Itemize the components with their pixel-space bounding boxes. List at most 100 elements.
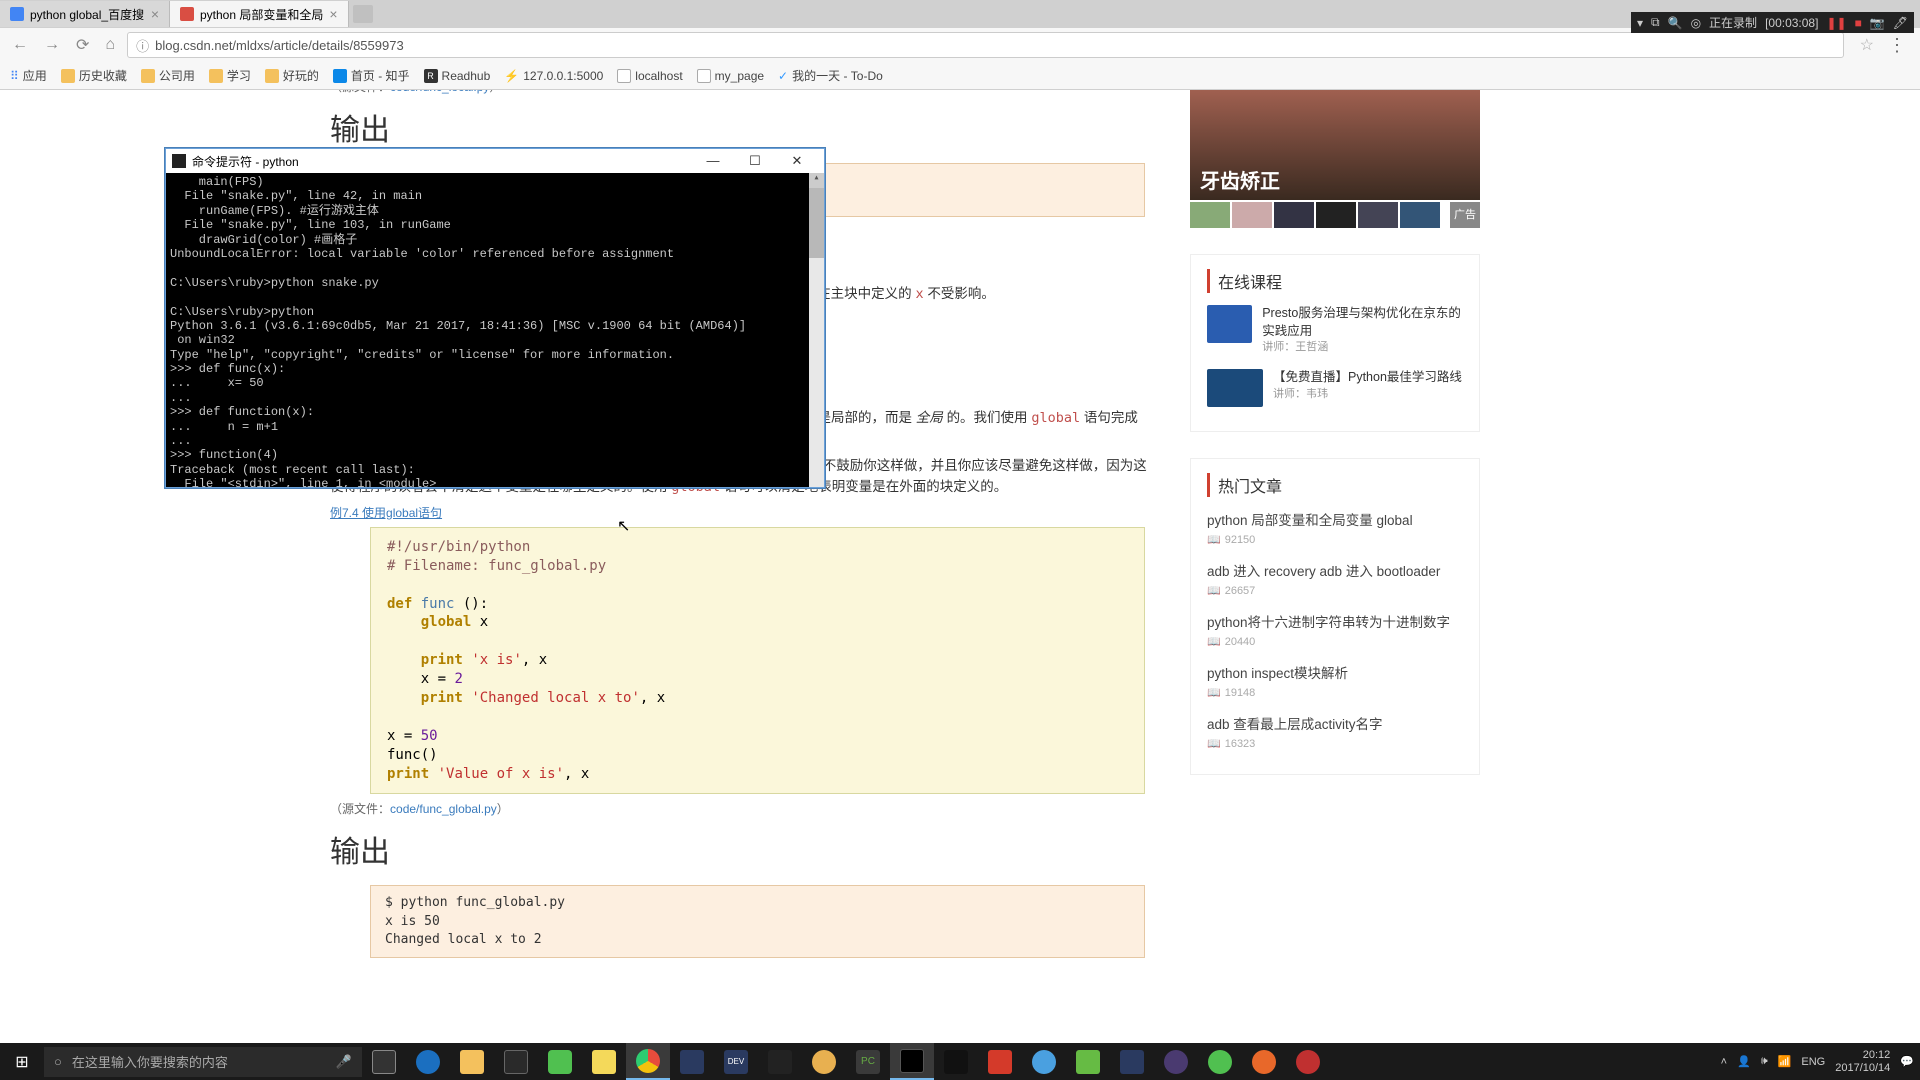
tb-edge[interactable] bbox=[406, 1043, 450, 1080]
favicon-baidu bbox=[10, 7, 24, 21]
ad-banner[interactable]: 牙齿矫正 bbox=[1190, 90, 1480, 200]
bm-readhub[interactable]: RReadhub bbox=[424, 69, 491, 83]
tb-eclipse[interactable] bbox=[1154, 1043, 1198, 1080]
hot-title: 热门文章 bbox=[1207, 473, 1463, 497]
bm-todo[interactable]: ✓ 我的一天 - To-Do bbox=[778, 67, 883, 84]
hot-link[interactable]: python将十六进制字符串转为十进制数字 bbox=[1207, 611, 1463, 631]
source-file-top: （源文件：code/func_local.py） bbox=[330, 90, 1150, 95]
ad-thumb[interactable] bbox=[1316, 202, 1356, 228]
ad-thumb[interactable] bbox=[1232, 202, 1272, 228]
hot-link[interactable]: adb 进入 recovery adb 进入 bootloader bbox=[1207, 560, 1463, 580]
bm-folder-3[interactable]: 好玩的 bbox=[265, 67, 319, 84]
bm-folder-2[interactable]: 学习 bbox=[209, 67, 251, 84]
tray-notifications-icon[interactable]: 💬 bbox=[1900, 1055, 1914, 1068]
rec-target-icon[interactable]: ◎ bbox=[1691, 16, 1701, 30]
tb-app3[interactable] bbox=[1022, 1043, 1066, 1080]
course-item[interactable]: 【免费直播】Python最佳学习路线 讲师：韦玮 bbox=[1207, 369, 1463, 407]
rec-pause-icon[interactable]: ❚❚ bbox=[1826, 16, 1846, 30]
cmd-minimize-button[interactable]: — bbox=[692, 153, 734, 169]
start-button[interactable]: ⊞ bbox=[0, 1043, 44, 1080]
ad-thumb[interactable] bbox=[1274, 202, 1314, 228]
info-icon[interactable]: ⓘ bbox=[136, 36, 149, 55]
mic-icon[interactable]: 🎤 bbox=[336, 1054, 352, 1070]
reload-button[interactable]: ⟳ bbox=[72, 35, 93, 55]
rec-stop-icon[interactable]: ■ bbox=[1855, 16, 1862, 30]
hot-link[interactable]: python inspect模块解析 bbox=[1207, 662, 1463, 682]
forward-button[interactable]: → bbox=[40, 36, 64, 54]
tb-app1[interactable] bbox=[670, 1043, 714, 1080]
tab-close-icon[interactable]: × bbox=[329, 6, 337, 22]
tb-chrome[interactable] bbox=[626, 1043, 670, 1080]
tb-play[interactable] bbox=[1198, 1043, 1242, 1080]
hot-link[interactable]: python 局部变量和全局变量 global bbox=[1207, 509, 1463, 529]
home-button[interactable]: ⌂ bbox=[101, 36, 119, 54]
course-item[interactable]: Presto服务治理与架构优化在京东的实践应用 讲师：王哲涵 bbox=[1207, 305, 1463, 355]
course-teacher: 讲师：王哲涵 bbox=[1262, 340, 1463, 355]
rec-search-icon[interactable]: 🔍 bbox=[1668, 16, 1683, 30]
example-link[interactable]: 例7.4 使用global语句 bbox=[330, 506, 442, 520]
tray-people-icon[interactable]: 👤 bbox=[1737, 1055, 1751, 1068]
tb-notes[interactable] bbox=[582, 1043, 626, 1080]
heading-output-1: 输出 bbox=[330, 105, 1150, 149]
tab-1[interactable]: python 局部变量和全局 × bbox=[170, 1, 349, 27]
bm-mypage[interactable]: my_page bbox=[697, 69, 764, 83]
ad-thumb[interactable] bbox=[1190, 202, 1230, 228]
bm-zhihu[interactable]: 首页 - 知乎 bbox=[333, 67, 410, 84]
favicon-csdn bbox=[180, 7, 194, 21]
rec-dropdown-icon[interactable]: ▾ bbox=[1637, 16, 1643, 30]
bm-localhost[interactable]: localhost bbox=[617, 69, 682, 83]
new-tab-button[interactable] bbox=[353, 5, 373, 23]
bookmark-star-icon[interactable]: ☆ bbox=[1860, 35, 1874, 55]
source-link-top[interactable]: code/func_local.py bbox=[390, 90, 489, 94]
tray-network-icon[interactable]: 🕪 bbox=[1761, 1055, 1768, 1068]
cmd-close-button[interactable]: ✕ bbox=[776, 153, 818, 169]
address-row: ← → ⟳ ⌂ ⓘ blog.csdn.net/mldxs/article/de… bbox=[0, 28, 1920, 62]
back-button[interactable]: ← bbox=[8, 36, 32, 54]
cmd-maximize-button[interactable]: ☐ bbox=[734, 153, 776, 169]
tb-terminal[interactable] bbox=[934, 1043, 978, 1080]
bm-local1[interactable]: ⚡127.0.0.1:5000 bbox=[504, 69, 603, 83]
ad-thumb[interactable] bbox=[1400, 202, 1440, 228]
tb-taskview[interactable] bbox=[362, 1043, 406, 1080]
rec-copy-icon[interactable]: ⧉ bbox=[1651, 15, 1660, 30]
tb-app2[interactable] bbox=[802, 1043, 846, 1080]
tb-explorer[interactable] bbox=[450, 1043, 494, 1080]
cmd-body[interactable]: main(FPS) File "snake.py", line 42, in m… bbox=[166, 173, 824, 487]
tb-wechat[interactable] bbox=[538, 1043, 582, 1080]
tray-ime[interactable]: ENG bbox=[1801, 1056, 1825, 1068]
apps-button[interactable]: ⠿ 应用 bbox=[10, 67, 47, 84]
source-link-bottom[interactable]: code/func_global.py bbox=[390, 802, 497, 816]
tb-cmd[interactable] bbox=[890, 1043, 934, 1080]
tb-pycharm[interactable]: PC bbox=[846, 1043, 890, 1080]
tb-rec[interactable] bbox=[1286, 1043, 1330, 1080]
url-bar[interactable]: ⓘ blog.csdn.net/mldxs/article/details/85… bbox=[127, 32, 1844, 58]
tb-app4[interactable] bbox=[1066, 1043, 1110, 1080]
tray-up-icon[interactable]: ˄ bbox=[1721, 1056, 1727, 1068]
tab-1-title: python 局部变量和全局 bbox=[200, 6, 323, 23]
screen-recorder-overlay[interactable]: ▾ ⧉ 🔍 ◎ 正在录制 [00:03:08] ❚❚ ■ 📷 🖊 bbox=[1631, 12, 1914, 33]
taskbar-search[interactable]: ○ 在这里输入你要搜索的内容 🎤 bbox=[44, 1047, 362, 1077]
tb-youdao[interactable] bbox=[978, 1043, 1022, 1080]
tb-store[interactable] bbox=[494, 1043, 538, 1080]
tab-0[interactable]: python global_百度搜 × bbox=[0, 1, 170, 27]
hot-link[interactable]: adb 查看最上层成activity名字 bbox=[1207, 713, 1463, 733]
cmd-titlebar[interactable]: 命令提示符 - python — ☐ ✕ bbox=[166, 149, 824, 173]
tb-app5[interactable] bbox=[1242, 1043, 1286, 1080]
search-placeholder: 在这里输入你要搜索的内容 bbox=[72, 1052, 228, 1071]
tb-slack[interactable] bbox=[758, 1043, 802, 1080]
ad-thumb[interactable] bbox=[1358, 202, 1398, 228]
rec-brush-icon[interactable]: 🖊 bbox=[1893, 16, 1908, 30]
tray-clock[interactable]: 20:12 2017/10/14 bbox=[1835, 1049, 1890, 1073]
sidebar: 牙齿矫正 广告 在线课程 Presto服务治理与架构优化在京东的实践应用 讲师：… bbox=[1190, 90, 1480, 958]
bm-folder-0[interactable]: 历史收藏 bbox=[61, 67, 127, 84]
cmd-window[interactable]: 命令提示符 - python — ☐ ✕ main(FPS) File "sna… bbox=[165, 148, 825, 488]
browser-menu-icon[interactable]: ⋮ bbox=[1882, 35, 1912, 56]
tray-wifi-icon[interactable]: 📶 bbox=[1778, 1055, 1792, 1068]
tb-dev[interactable]: DEV bbox=[714, 1043, 758, 1080]
tb-vscode[interactable] bbox=[1110, 1043, 1154, 1080]
cmd-scrollbar[interactable]: ▴ bbox=[809, 173, 824, 487]
search-icon: ○ bbox=[54, 1054, 62, 1069]
tab-close-icon[interactable]: × bbox=[151, 6, 159, 22]
rec-camera-icon[interactable]: 📷 bbox=[1870, 16, 1885, 30]
bm-folder-1[interactable]: 公司用 bbox=[141, 67, 195, 84]
